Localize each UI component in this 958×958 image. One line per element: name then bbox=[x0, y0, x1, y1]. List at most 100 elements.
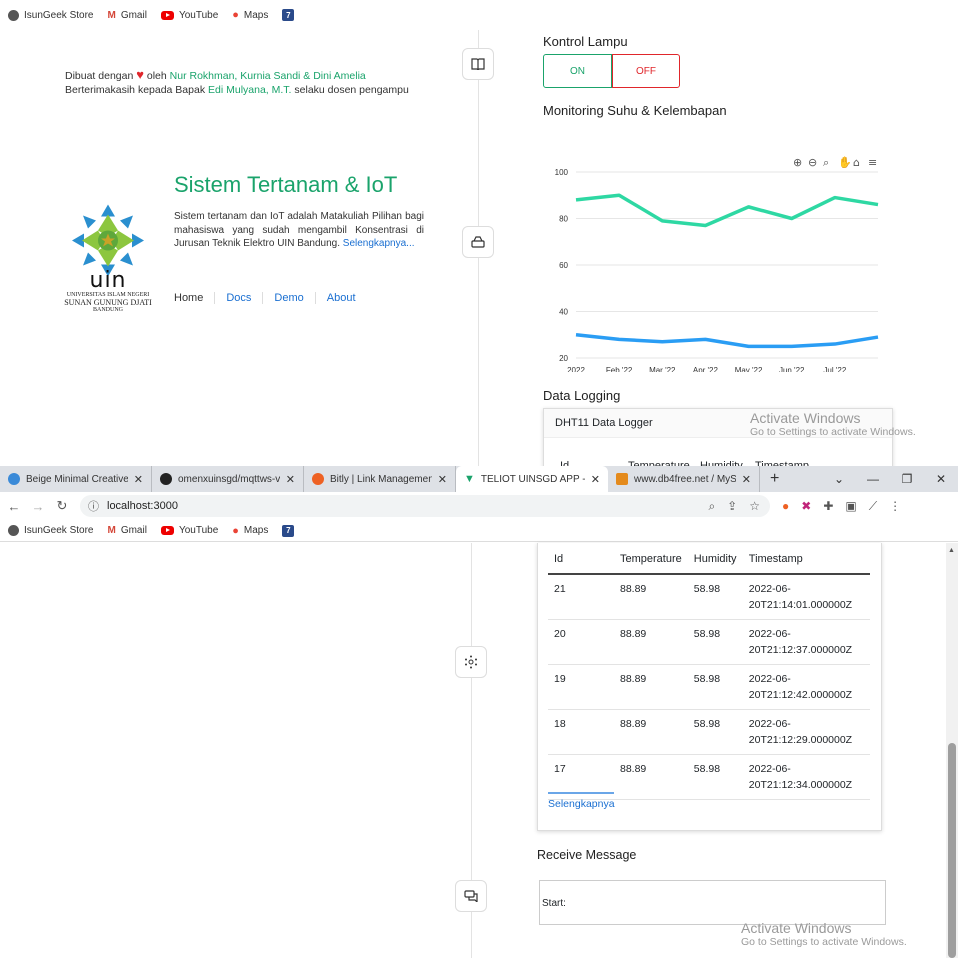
page-top-section: Dibuat dengan ♥ oleh Nur Rokhman, Kurnia… bbox=[0, 30, 958, 488]
share-icon[interactable]: ⇪ bbox=[727, 499, 737, 514]
nav-home[interactable]: Home bbox=[174, 292, 214, 304]
close-window-button[interactable]: ✕ bbox=[924, 472, 958, 486]
table-row: 19 88.89 58.98 2022-06- 20T21:12:42.000000Z bbox=[548, 664, 870, 710]
address-bar[interactable]: ⓘ localhost:3000 ⌕ ⇪ ☆ bbox=[80, 495, 770, 517]
scrollbar-thumb[interactable] bbox=[948, 743, 956, 958]
bookmark-star-icon[interactable]: ☆ bbox=[749, 499, 760, 514]
chat-icon[interactable] bbox=[455, 880, 487, 912]
search-icon[interactable]: ⌕ bbox=[823, 156, 829, 169]
zoom-in-icon[interactable]: ⊕ bbox=[793, 156, 802, 169]
nav-about[interactable]: About bbox=[314, 292, 367, 304]
x-tick-label: 2022 bbox=[567, 366, 585, 372]
bookmark-gmail[interactable]: M Gmail bbox=[107, 525, 146, 536]
receive-heading: Receive Message bbox=[537, 848, 637, 862]
main-nav: Home Docs Demo About bbox=[174, 292, 367, 304]
activate-windows-watermark: Activate Windows Go to Settings to activ… bbox=[750, 410, 916, 438]
gmail-icon: M bbox=[107, 525, 116, 536]
mysql-icon bbox=[616, 473, 628, 485]
logging-heading: Data Logging bbox=[543, 388, 621, 403]
tab-bitly[interactable]: Bitly | Link Management ✕ bbox=[304, 466, 456, 492]
id-cell: 20 bbox=[548, 619, 614, 665]
url-text: localhost:3000 bbox=[107, 500, 178, 512]
table-row: 21 88.89 58.98 2022-06- 20T21:14:01.000000Z bbox=[548, 574, 870, 620]
timestamp-cell: 2022-06- 20T21:12:42.000000Z bbox=[742, 664, 870, 710]
authors-link[interactable]: Nur Rokhman, Kurnia Sandi & Dini Amelia bbox=[170, 70, 366, 82]
y-tick-label: 40 bbox=[559, 308, 568, 317]
y-tick-label: 20 bbox=[559, 354, 568, 363]
pan-icon[interactable]: ✋ bbox=[838, 156, 852, 169]
bookmark-isungeek[interactable]: IsunGeek Store bbox=[8, 9, 93, 21]
close-icon[interactable]: ✕ bbox=[591, 473, 600, 486]
x-tick-label: Apr '22 bbox=[693, 366, 719, 372]
table-row: 18 88.89 58.98 2022-06- 20T21:12:29.000000Z bbox=[548, 709, 870, 755]
nav-docs[interactable]: Docs bbox=[214, 292, 262, 304]
tab-db4free[interactable]: www.db4free.net / MySQL✕ bbox=[608, 466, 760, 492]
bookmark-maps[interactable]: ● Maps bbox=[232, 525, 268, 537]
extensions: ● ✖ ✚ ▣ ⟋ ⋮ bbox=[782, 499, 901, 514]
zoom-icon[interactable]: ⌕ bbox=[708, 499, 715, 514]
lecturer-link[interactable]: Edi Mulyana, M.T. bbox=[208, 84, 291, 96]
pin-icon[interactable]: ⟋ bbox=[869, 499, 877, 514]
temperature-cell: 88.89 bbox=[614, 619, 688, 665]
kebab-menu-icon[interactable]: ⋮ bbox=[889, 499, 901, 514]
logo-text: uin bbox=[89, 268, 127, 293]
sidepanel-icon[interactable]: ▣ bbox=[845, 499, 856, 514]
bitly-icon bbox=[312, 473, 324, 485]
temperature-cell: 88.89 bbox=[614, 709, 688, 755]
close-icon[interactable]: ✕ bbox=[742, 473, 751, 486]
close-icon[interactable]: ✕ bbox=[438, 473, 447, 486]
y-tick-label: 60 bbox=[559, 261, 568, 270]
router-icon[interactable] bbox=[462, 226, 494, 258]
bookmark-seven[interactable]: 7 bbox=[282, 524, 295, 537]
youtube-icon bbox=[160, 10, 174, 20]
x-tick-label: Jun '22 bbox=[779, 366, 805, 372]
close-icon[interactable]: ✕ bbox=[286, 473, 295, 486]
lamp-off-button[interactable]: OFF bbox=[612, 54, 680, 88]
bookmark-youtube[interactable]: YouTube bbox=[160, 10, 218, 21]
activate-windows-watermark-2: Activate Windows Go to Settings to activ… bbox=[741, 920, 907, 948]
page-scrollbar[interactable]: ▲ bbox=[946, 543, 958, 958]
home-icon[interactable]: ⌂ bbox=[853, 156, 860, 169]
bookmark-isungeek[interactable]: IsunGeek Store bbox=[8, 525, 93, 536]
puzzle-icon[interactable]: ✚ bbox=[823, 499, 833, 514]
extension-x-icon[interactable]: ✖ bbox=[801, 499, 811, 514]
humidity-cell: 58.98 bbox=[687, 574, 743, 620]
menu-icon[interactable]: ≡ bbox=[868, 156, 877, 169]
series-line-temperature bbox=[575, 333, 879, 349]
timestamp-cell: 2022-06- 20T21:12:37.000000Z bbox=[742, 619, 870, 665]
temperature-cell: 88.89 bbox=[614, 664, 688, 710]
tab-github[interactable]: omenxuinsgd/mqttws-vue✕ bbox=[152, 466, 304, 492]
globe-icon bbox=[8, 9, 19, 21]
timestamp-cell: 2022-06- 20T21:12:34.000000Z bbox=[742, 754, 870, 800]
id-cell: 21 bbox=[548, 574, 614, 620]
lamp-on-button[interactable]: ON bbox=[543, 54, 612, 88]
nav-demo[interactable]: Demo bbox=[262, 292, 314, 304]
heart-icon: ♥ bbox=[136, 67, 144, 82]
logging-more-link[interactable]: Selengkapnya bbox=[548, 792, 615, 810]
restore-button[interactable]: ❐ bbox=[890, 472, 924, 486]
scroll-up-icon[interactable]: ▲ bbox=[948, 547, 955, 554]
close-icon[interactable]: ✕ bbox=[134, 473, 143, 486]
canva-icon bbox=[8, 473, 20, 485]
more-link[interactable]: Selengkapnya... bbox=[343, 238, 415, 249]
id-cell: 18 bbox=[548, 709, 614, 755]
bookmark-seven[interactable]: 7 bbox=[282, 9, 295, 21]
bookmark-maps[interactable]: ● Maps bbox=[232, 9, 268, 21]
globe-icon bbox=[8, 525, 19, 536]
minimize-button[interactable]: — bbox=[856, 472, 890, 486]
bookmark-youtube[interactable]: YouTube bbox=[160, 525, 218, 536]
tab-teliot[interactable]: ▼TELIOT UINSGD APP - NU✕ bbox=[456, 466, 608, 492]
back-icon[interactable]: ← bbox=[4, 499, 24, 514]
zoom-out-icon[interactable]: ⊖ bbox=[808, 156, 817, 169]
new-tab-button[interactable]: + bbox=[760, 466, 789, 492]
bookmark-gmail[interactable]: M Gmail bbox=[107, 10, 146, 21]
book-icon[interactable] bbox=[462, 48, 494, 80]
reload-icon[interactable]: ↻ bbox=[52, 498, 72, 514]
tab-beige[interactable]: Beige Minimal Creative Po✕ bbox=[0, 466, 152, 492]
tab-search-icon[interactable]: ⌄ bbox=[822, 472, 856, 486]
extension-orange-icon[interactable]: ● bbox=[782, 499, 789, 514]
hero-description: Sistem tertanam dan IoT adalah Matakulia… bbox=[174, 211, 424, 249]
forward-icon[interactable]: → bbox=[28, 499, 48, 514]
series-line-humidity bbox=[575, 193, 879, 228]
iot-hub-icon[interactable] bbox=[455, 646, 487, 678]
